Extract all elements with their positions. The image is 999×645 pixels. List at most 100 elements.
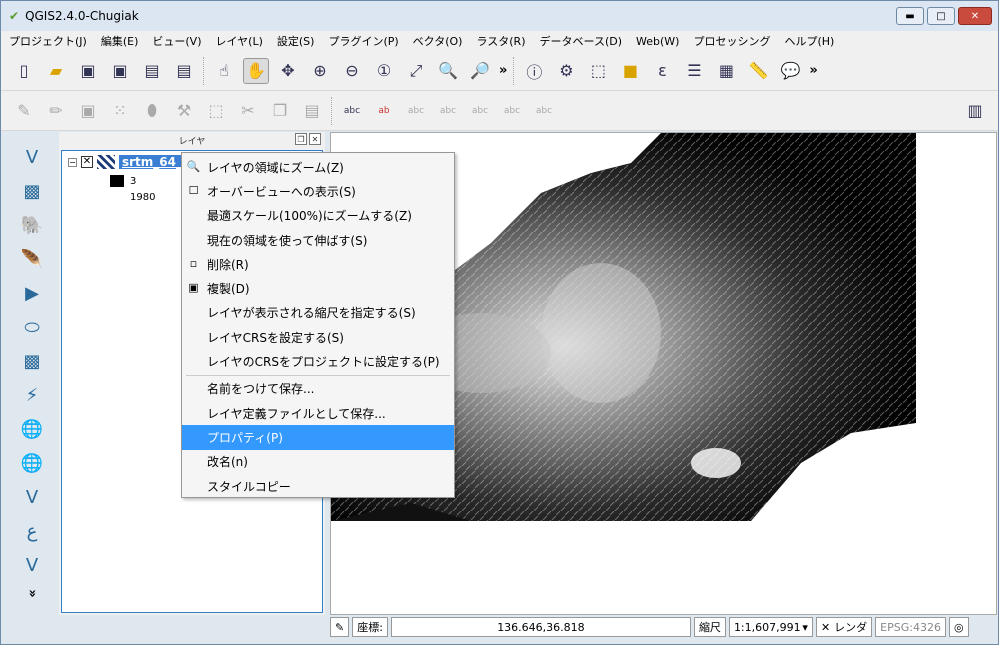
change-label-icon[interactable]: abc [531,98,557,124]
close-panel-button[interactable]: ✕ [309,133,321,145]
zoom-full-icon[interactable]: ⤢ [403,58,429,84]
collapse-icon[interactable]: − [68,157,77,167]
map-tips-icon[interactable]: 💬 [777,58,803,84]
render-toggle[interactable]: ✕ レンダ [815,617,873,637]
new-print-composer-icon[interactable]: ▤ [139,58,165,84]
add-virtual-layer-icon[interactable]: ع [19,518,45,544]
context-menu-item[interactable]: ▣ 複製(D) [182,276,454,300]
context-menu-item[interactable]: レイヤのCRSをプロジェクトに設定する(P) [182,349,454,373]
run-action-icon[interactable]: ⚙ [553,58,579,84]
identify-icon[interactable]: ⓘ [521,58,547,84]
plugin-icon[interactable]: ▥ [962,98,988,124]
open-project-icon[interactable]: ▰ [43,58,69,84]
close-button[interactable]: ✕ [958,7,992,25]
layer-row[interactable]: − ✕ srtm_64_0 [68,155,194,169]
deselect-icon[interactable]: ■ [617,58,643,84]
attribute-table-icon[interactable]: ☰ [681,58,707,84]
scale-combo[interactable]: 1:1,607,991 ▾ [728,617,813,637]
left-toolbar-more-icon[interactable]: » [25,589,40,597]
context-menu-item[interactable]: 🔍 レイヤの領域にズーム(Z) [182,155,454,179]
menu-item-6[interactable]: ベクタ(O) [413,33,463,49]
show-hide-labels-icon[interactable]: abc [435,98,461,124]
cut-features-icon[interactable]: ✂ [235,98,261,124]
zoom-to-selection-icon[interactable]: 🔍 [435,58,461,84]
render-checkbox[interactable]: ✕ [821,621,830,634]
minimize-button[interactable]: ▬ [896,7,924,25]
menu-item-1[interactable]: 編集(E) [101,33,139,49]
context-menu-item[interactable]: プロパティ(P) [182,425,454,450]
context-menu-item[interactable]: レイヤ定義ファイルとして保存... [182,401,454,425]
add-spatialite-layer-icon[interactable]: 🪶 [19,246,45,272]
measure-icon[interactable]: 📏 [745,58,771,84]
add-oracle-layer-icon[interactable]: ⬭ [19,314,45,340]
context-menu-item[interactable]: 改名(n) [182,450,454,474]
rotate-label-icon[interactable]: abc [499,98,525,124]
statistics-icon[interactable]: ▦ [713,58,739,84]
add-wfs-layer-icon[interactable]: 🌐 [19,416,45,442]
add-postgis-layer-icon[interactable]: 🐘 [19,212,45,238]
label-icon[interactable]: abc [339,98,365,124]
context-menu-item[interactable]: レイヤが表示される縮尺を指定する(S) [182,301,454,325]
context-menu-item[interactable]: 最適スケール(100%)にズームする(Z) [182,204,454,228]
context-menu-item[interactable]: ☐ オーバービューへの表示(S) [182,179,454,203]
menu-item-10[interactable]: プロセッシング [693,33,770,49]
add-wcs-globe-icon[interactable]: 🌐 [19,450,45,476]
select-features-icon[interactable]: ⬚ [585,58,611,84]
menu-item-0[interactable]: プロジェクト(J) [9,33,87,49]
menu-item-3[interactable]: レイヤ(L) [215,33,262,49]
crs-globe-icon[interactable]: ◎ [948,617,969,637]
move-label-icon[interactable]: abc [467,98,493,124]
crs-button[interactable]: EPSG:4326 [875,617,946,637]
menu-item-2[interactable]: ビュー(V) [152,33,201,49]
add-delimited-text-icon[interactable]: V [19,484,45,510]
add-wms-layer-icon[interactable]: ▩ [19,348,45,374]
pan-to-selection-icon[interactable]: ✥ [275,58,301,84]
zoom-out-icon[interactable]: ⊖ [339,58,365,84]
maximize-button[interactable]: □ [927,7,955,25]
toolbar-more-icon-2[interactable]: » [809,63,817,78]
copy-features-icon[interactable]: ❐ [267,98,293,124]
toggle-editing-icon[interactable]: ✏ [43,98,69,124]
context-menu-item[interactable]: レイヤCRSを設定する(S) [182,325,454,349]
node-tool-icon[interactable]: ⚒ [171,98,197,124]
menu-item-8[interactable]: データベース(D) [540,33,623,49]
toolbar-more-icon[interactable]: » [499,63,507,78]
layer-visibility-checkbox[interactable]: ✕ [81,156,93,168]
context-menu-item[interactable]: ▫ 削除(R) [182,252,454,276]
current-edits-icon[interactable]: ✎ [11,98,37,124]
move-feature-icon[interactable]: ⬮ [139,98,165,124]
add-vector-layer-icon[interactable]: V [19,144,45,170]
add-mssql-layer-icon[interactable]: ▶ [19,280,45,306]
coordinate-field[interactable]: 136.646,36.818 [390,617,691,637]
layer-labeling-icon[interactable]: ab [371,98,397,124]
zoom-in-icon[interactable]: ⊕ [307,58,333,84]
touch-zoom-icon[interactable]: ☝ [211,58,237,84]
menu-item-7[interactable]: ラスタ(R) [476,33,525,49]
menu-item-9[interactable]: Web(W) [636,35,679,48]
context-menu-item[interactable]: スタイルコピー [182,474,454,498]
save-project-icon[interactable]: ▣ [75,58,101,84]
context-menu-item[interactable]: 現在の領域を使って伸ばす(S) [182,228,454,252]
add-feature-icon[interactable]: ⁙ [107,98,133,124]
field-calculator-icon[interactable]: ε [649,58,675,84]
context-menu-item[interactable]: 名前をつけて保存... [182,377,454,401]
composer-manager-icon[interactable]: ▤ [171,58,197,84]
float-panel-button[interactable]: ❐ [295,133,307,145]
new-project-icon[interactable]: ▯ [11,58,37,84]
chevron-down-icon[interactable]: ▾ [802,621,808,634]
add-raster-layer-icon[interactable]: ▩ [19,178,45,204]
zoom-to-layer-icon[interactable]: 🔎 [467,58,493,84]
delete-selected-icon[interactable]: ⬚ [203,98,229,124]
menu-item-11[interactable]: ヘルプ(H) [784,33,834,49]
new-layer-icon[interactable]: V [19,552,45,578]
add-wcs-layer-icon[interactable]: ⚡ [19,382,45,408]
save-edits-icon[interactable]: ▣ [75,98,101,124]
pin-labels-icon[interactable]: abc [403,98,429,124]
save-as-icon[interactable]: ▣ [107,58,133,84]
zoom-actual-size-icon[interactable]: ① [371,58,397,84]
pan-icon[interactable]: ✋ [243,57,269,84]
paste-features-icon[interactable]: ▤ [299,98,325,124]
menu-item-4[interactable]: 設定(S) [277,33,315,49]
menu-item-5[interactable]: プラグイン(P) [328,33,398,49]
messages-icon[interactable]: ✎ [330,617,350,637]
